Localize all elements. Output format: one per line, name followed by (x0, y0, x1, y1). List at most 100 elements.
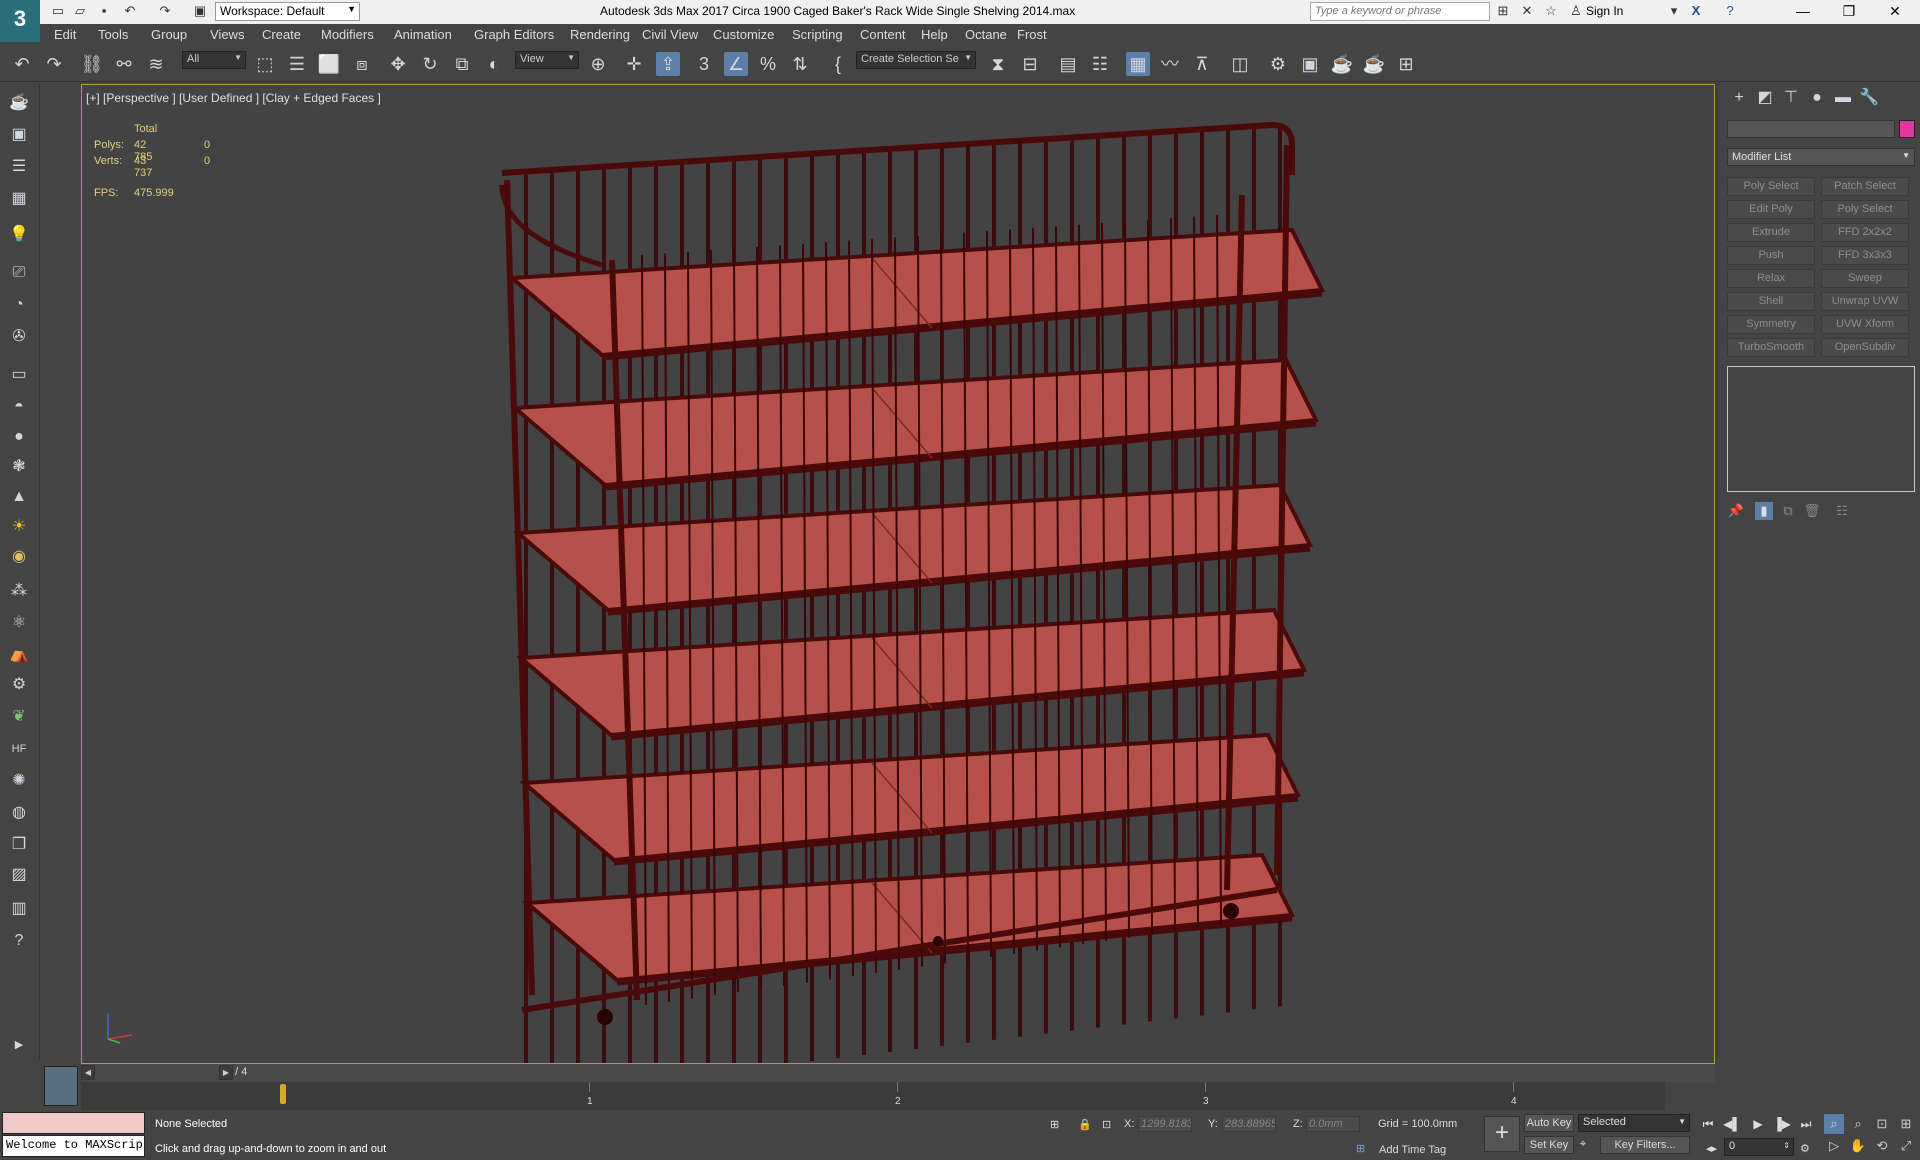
perspective-viewport[interactable]: [+] [Perspective ] [User Defined ] [Clay… (81, 84, 1715, 1064)
object-color-swatch[interactable] (1899, 120, 1915, 138)
viewport-label[interactable]: [+] [Perspective ] [User Defined ] [Clay… (86, 91, 381, 105)
mirror-icon[interactable]: ⧗ (986, 52, 1010, 76)
manipulate-icon[interactable]: ✛ (622, 52, 646, 76)
display-tab-icon[interactable]: ▬ (1831, 88, 1855, 108)
add-time-tag-button[interactable]: Add Time Tag (1379, 1144, 1446, 1156)
menu-octane[interactable]: Octane (965, 27, 1007, 42)
menu-rendering[interactable]: Rendering (570, 27, 630, 42)
dome-icon[interactable]: ◓ (7, 396, 31, 418)
coin-icon[interactable]: ◉ (7, 546, 31, 568)
workspace-dropdown[interactable]: Workspace: Default ▼ (215, 2, 360, 21)
redo-icon[interactable]: ↷ (157, 3, 173, 19)
modifier-button[interactable]: Extrude (1727, 223, 1815, 242)
modifier-button[interactable]: Unwrap UVW (1821, 292, 1909, 311)
edit-named-selection-icon[interactable]: { (826, 52, 850, 76)
expand-arrow-icon[interactable]: ▶ (7, 1034, 31, 1056)
bind-space-warp-icon[interactable]: ≋ (144, 52, 168, 76)
exchange-apps-icon[interactable]: X (1688, 3, 1704, 19)
binoculars-icon[interactable]: ⊞ (1495, 3, 1511, 19)
gauge-icon[interactable]: ◔ (7, 294, 31, 316)
time-prev-arrow-icon[interactable]: ◀ (81, 1065, 95, 1080)
maxscript-mini-listener-output[interactable] (2, 1112, 145, 1134)
select-object-icon[interactable]: ⬚ (253, 52, 277, 76)
time-slider[interactable]: ◀ 0 / 4 ▶ (81, 1064, 1715, 1082)
menu-scripting[interactable]: Scripting (792, 27, 843, 42)
project-folder-icon[interactable]: ▣ (192, 3, 208, 19)
select-rotate-icon[interactable]: ↻ (418, 52, 442, 76)
menu-animation[interactable]: Animation (394, 27, 452, 42)
material-editor-icon[interactable]: ◫ (1228, 52, 1252, 76)
undo-icon[interactable]: ↶ (10, 52, 34, 76)
sign-in-dropdown-icon[interactable]: ▾ (1666, 3, 1682, 19)
modifier-button[interactable]: Poly Select (1821, 200, 1909, 219)
app-logo[interactable]: 3 (0, 0, 40, 42)
angle-snap-icon[interactable]: ∠ (724, 52, 748, 76)
globe-icon[interactable]: ◍ (7, 802, 31, 824)
cone-icon[interactable]: ▲ (7, 486, 31, 508)
close-button[interactable]: ✕ (1872, 0, 1918, 24)
modifier-button[interactable]: FFD 3x3x3 (1821, 246, 1909, 265)
modifier-button[interactable]: FFD 2x2x2 (1821, 223, 1909, 242)
current-frame-input[interactable]: 0 ⇕ (1724, 1138, 1794, 1156)
help-icon[interactable]: ? (1722, 3, 1738, 19)
user-icon[interactable]: ♙ (1568, 3, 1584, 19)
play-icon[interactable]: ▶ (1748, 1115, 1768, 1133)
zoom-icon[interactable]: ⌕ (1824, 1114, 1844, 1134)
menu-views[interactable]: Views (210, 27, 244, 42)
set-key-plus-icon[interactable]: + (1484, 1116, 1520, 1152)
menu-modifiers[interactable]: Modifiers (321, 27, 374, 42)
field-of-view-icon[interactable]: ▷ (1824, 1136, 1844, 1156)
ribbon-toggle-icon[interactable]: ▦ (1126, 52, 1150, 76)
open-file-icon[interactable]: ▱ (72, 3, 88, 19)
time-next-arrow-icon[interactable]: ▶ (219, 1065, 233, 1080)
plane-icon[interactable]: ▭ (7, 364, 31, 386)
time-tag-icon[interactable]: ⊞ (1356, 1142, 1365, 1155)
orbit-icon[interactable]: ⟲ (1872, 1136, 1892, 1156)
track-bar[interactable]: 1 2 3 4 (81, 1082, 1665, 1110)
percent-snap-icon[interactable]: % (756, 52, 780, 76)
menu-content[interactable]: Content (860, 27, 906, 42)
curve-editor-icon[interactable]: 〰 (1158, 52, 1182, 76)
snaps-toggle-icon[interactable]: 3 (692, 52, 716, 76)
grid-table-icon[interactable]: ▦ (7, 188, 31, 210)
auto-key-button[interactable]: Auto Key (1524, 1114, 1574, 1132)
keyboard-shortcut-override-icon[interactable]: ⇪ (656, 52, 680, 76)
key-mode-toggle-icon[interactable]: ⌖ (1580, 1138, 1586, 1151)
settings-icon[interactable]: ⚙ (7, 674, 31, 696)
create-tab-icon[interactable]: + (1727, 88, 1751, 108)
zoom-all-icon[interactable]: ⌕ (1848, 1114, 1868, 1134)
make-unique-icon[interactable]: ⧉ (1779, 502, 1797, 520)
modifier-button[interactable]: Symmetry (1727, 315, 1815, 334)
menu-graph-editors[interactable]: Graph Editors (474, 27, 554, 42)
spinner-snap-icon[interactable]: ⇅ (788, 52, 812, 76)
schematic-view-icon[interactable]: ⊼ (1190, 52, 1214, 76)
key-mode-dropdown[interactable]: Selected ▼ (1578, 1114, 1690, 1132)
named-selection-dropdown[interactable]: Create Selection Se ▼ (856, 51, 976, 69)
communication-icon[interactable]: ✕ (1519, 3, 1535, 19)
render-setup-icon[interactable]: ⚙ (1266, 52, 1290, 76)
particles-icon[interactable]: ⁂ (7, 580, 31, 602)
rendered-frame-window-icon[interactable]: ▣ (1298, 52, 1322, 76)
maximize-viewport-icon[interactable]: ⤢ (1896, 1136, 1916, 1156)
object-name-input[interactable] (1727, 120, 1895, 138)
next-frame-icon[interactable]: ▐▶ (1772, 1115, 1792, 1133)
reference-coordinate-dropdown[interactable]: View ▼ (515, 51, 579, 69)
teapot-icon[interactable]: ☕ (7, 92, 31, 114)
render-active-shade-icon[interactable]: ☕ (1362, 52, 1386, 76)
modifier-button[interactable]: Sweep (1821, 269, 1909, 288)
pin-stack-icon[interactable]: 📌 (1727, 502, 1745, 520)
menu-create[interactable]: Create (262, 27, 301, 42)
modifier-button[interactable]: Push (1727, 246, 1815, 265)
photo-icon[interactable]: ▨ (7, 864, 31, 886)
set-key-button[interactable]: Set Key (1524, 1136, 1574, 1154)
sign-in-link[interactable]: Sign In (1586, 4, 1623, 18)
wool-icon[interactable]: ✺ (7, 770, 31, 792)
pan-view-icon[interactable]: ✋ (1848, 1136, 1868, 1156)
select-move-icon[interactable]: ✥ (386, 52, 410, 76)
save-icon[interactable]: ▪ (96, 3, 112, 19)
menu-help[interactable]: Help (921, 27, 948, 42)
menu-tools[interactable]: Tools (98, 27, 128, 42)
show-end-result-icon[interactable]: ▮ (1755, 502, 1773, 520)
layer-explorer-icon[interactable]: ☷ (1088, 52, 1112, 76)
maxscript-listener-input[interactable]: Welcome to MAXScrip (2, 1135, 145, 1157)
